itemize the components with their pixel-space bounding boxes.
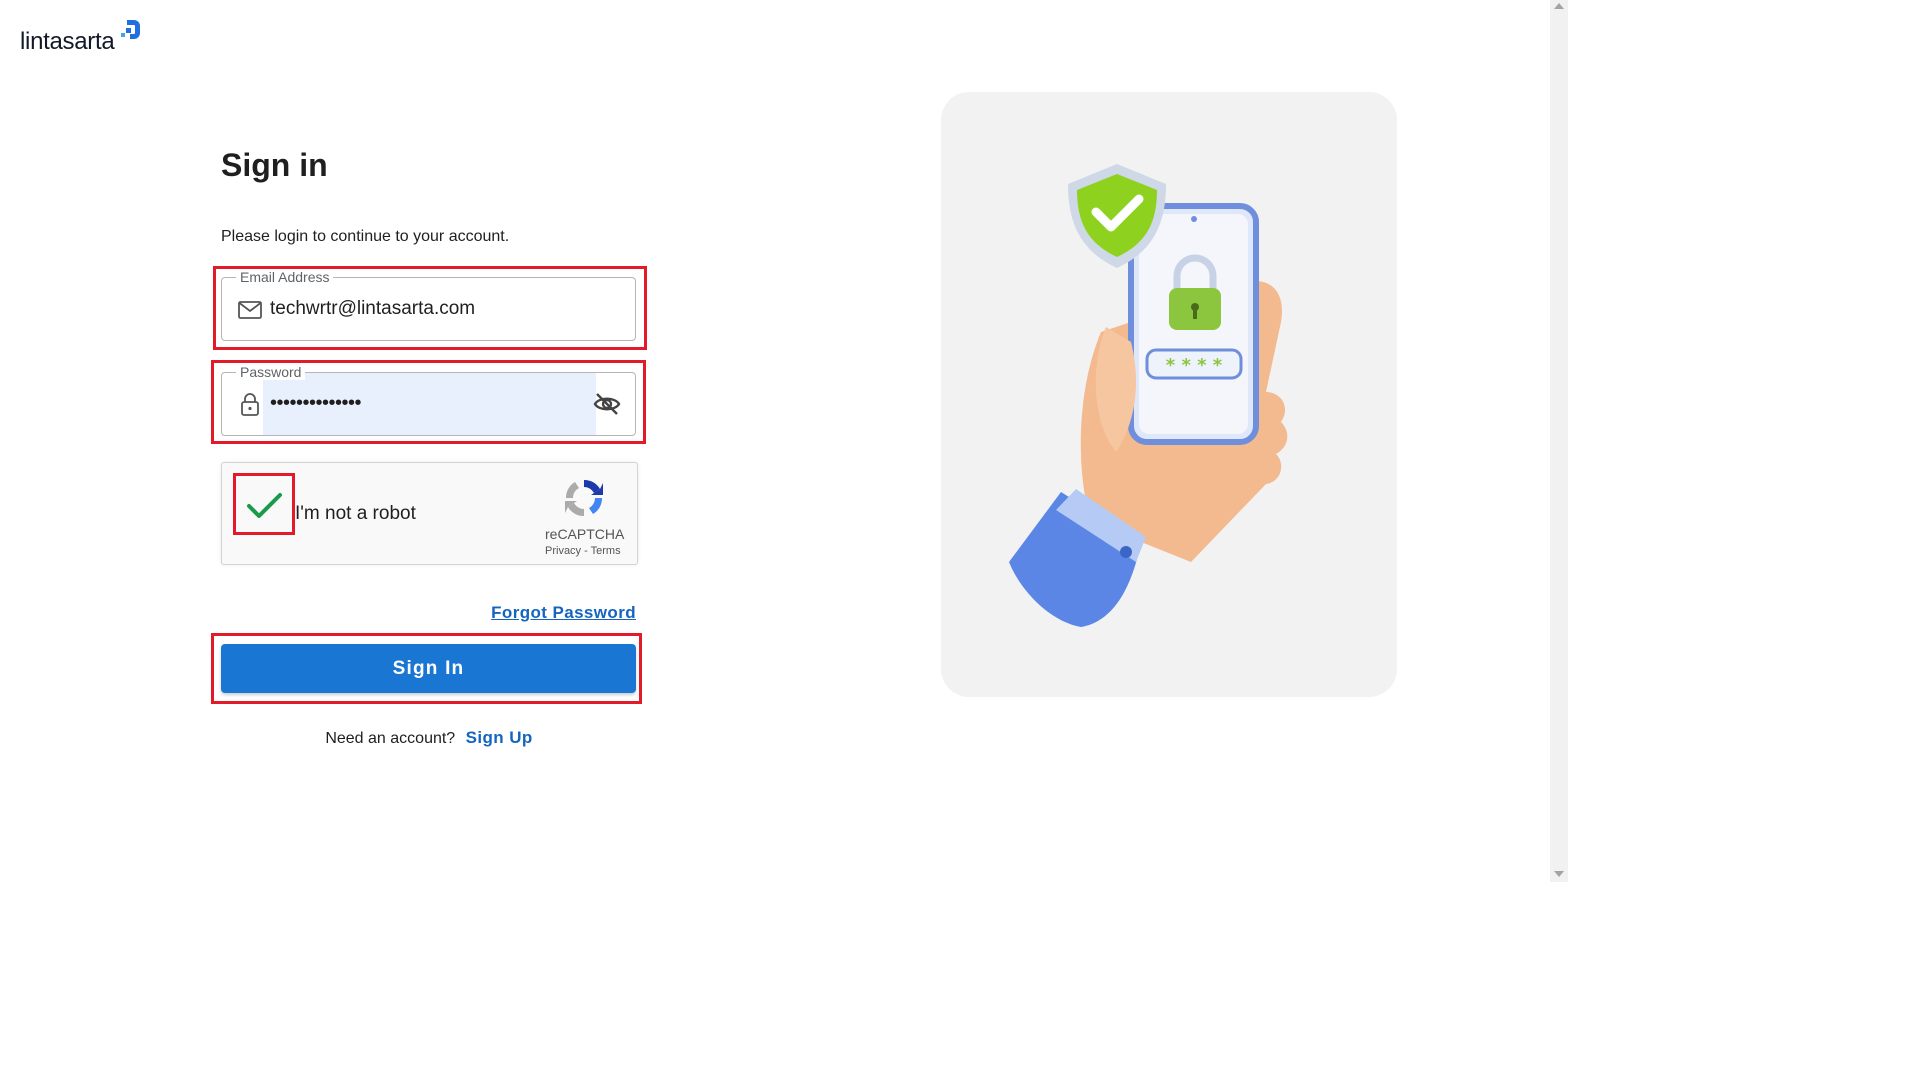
- captcha-label[interactable]: I'm not a robot: [295, 503, 416, 525]
- recaptcha-links: Privacy - Terms: [545, 545, 621, 557]
- password-field[interactable]: Password ••••••••••••••: [221, 364, 636, 436]
- check-icon[interactable]: [244, 485, 284, 525]
- recaptcha-privacy-link[interactable]: Privacy: [545, 545, 581, 557]
- phone-security-illustration: * * * *: [1009, 164, 1288, 627]
- eye-off-icon[interactable]: [593, 390, 621, 418]
- sign-up-link[interactable]: Sign Up: [466, 728, 533, 747]
- password-value[interactable]: ••••••••••••••: [270, 391, 362, 415]
- password-label: Password: [236, 364, 306, 380]
- recaptcha-terms-link[interactable]: Terms: [591, 545, 621, 557]
- signup-row: Need an account? Sign Up: [220, 728, 638, 748]
- recaptcha-widget: I'm not a robot reCAPTCHA Privacy - Term…: [221, 462, 638, 565]
- recaptcha-brand: reCAPTCHA: [545, 526, 625, 542]
- scroll-up-icon[interactable]: [1554, 3, 1564, 9]
- need-account-text: Need an account?: [325, 730, 456, 747]
- svg-text:* * * *: * * * *: [1166, 355, 1223, 376]
- recaptcha-logo-icon: [565, 479, 603, 517]
- vertical-scrollbar[interactable]: [1550, 0, 1568, 882]
- lock-icon: [241, 393, 259, 416]
- sign-in-button[interactable]: Sign In: [221, 644, 636, 693]
- email-field[interactable]: Email Address techwrtr@lintasarta.com: [221, 269, 636, 341]
- mail-icon: [238, 301, 262, 319]
- page-title: Sign in: [221, 147, 328, 183]
- brand-name: lintasarta: [20, 28, 115, 55]
- brand-mark-icon: [121, 20, 141, 39]
- forgot-password-link[interactable]: Forgot Password: [491, 603, 636, 623]
- scroll-down-icon[interactable]: [1554, 871, 1564, 877]
- brand-logo[interactable]: lintasarta: [20, 18, 142, 54]
- security-illustration: * * * *: [941, 92, 1397, 697]
- email-label: Email Address: [236, 269, 334, 285]
- page-subtitle: Please login to continue to your account…: [221, 228, 510, 245]
- email-value[interactable]: techwrtr@lintasarta.com: [270, 298, 475, 320]
- recaptcha-separator: -: [581, 545, 591, 557]
